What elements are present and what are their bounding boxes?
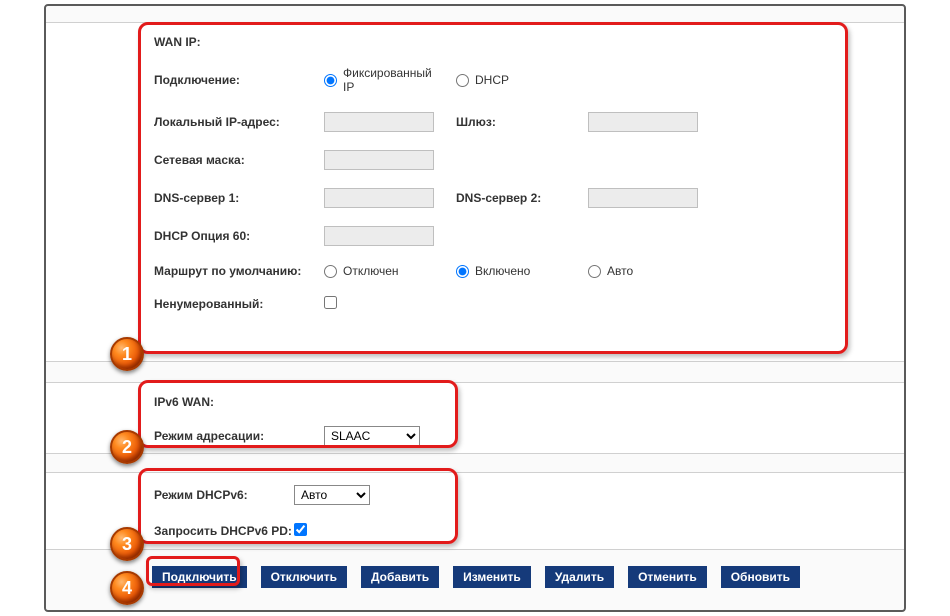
gateway-label: Шлюз: [456, 115, 574, 129]
disconnect-button[interactable]: Отключить [261, 566, 347, 588]
local-ip-input[interactable] [324, 112, 434, 132]
route-on-text: Включено [475, 264, 530, 278]
button-row: Подключить Отключить Добавить Изменить У… [152, 566, 904, 588]
netmask-label: Сетевая маска: [154, 153, 324, 167]
wan-ip-title: WAN IP: [46, 23, 904, 57]
route-auto-option[interactable]: Авто [588, 264, 706, 278]
connection-row: Подключение: Фиксированный IP DHCP [46, 57, 904, 103]
dhcpv6-mode-select[interactable]: Авто [294, 485, 370, 505]
route-on-radio[interactable] [456, 265, 469, 278]
unnumbered-label: Ненумерованный: [154, 297, 324, 311]
unnumbered-row: Ненумерованный: [46, 287, 904, 321]
connection-label: Подключение: [154, 73, 324, 87]
route-off-option[interactable]: Отключен [324, 264, 442, 278]
connection-fixed-radio[interactable] [324, 74, 337, 87]
dhcpv6-mode-row: Режим DHCPv6: Авто [46, 473, 904, 514]
local-ip-row: Локальный IP-адрес: Шлюз: [46, 103, 904, 141]
ipv6-wan-panel: IPv6 WAN: Режим адресации: SLAAC [46, 382, 904, 454]
delete-button[interactable]: Удалить [545, 566, 614, 588]
ipv6-wan-title: IPv6 WAN: [46, 383, 904, 417]
dhcp60-row: DHCP Опция 60: [46, 217, 904, 255]
addr-mode-row: Режим адресации: SLAAC [46, 417, 904, 455]
unnumbered-checkbox[interactable] [324, 296, 337, 309]
dhcpv6-panel: Режим DHCPv6: Авто Запросить DHCPv6 PD: [46, 472, 904, 550]
connection-dhcp-radio[interactable] [456, 74, 469, 87]
connection-fixed-option[interactable]: Фиксированный IP [324, 66, 442, 94]
dns2-label: DNS-сервер 2: [456, 191, 574, 205]
local-ip-label: Локальный IP-адрес: [154, 115, 324, 129]
dhcp60-input[interactable] [324, 226, 434, 246]
addr-mode-select[interactable]: SLAAC [324, 426, 420, 446]
gateway-input[interactable] [588, 112, 698, 132]
route-row: Маршрут по умолчанию: Отключен Включено … [46, 255, 904, 287]
dhcpv6-mode-label: Режим DHCPv6: [154, 488, 294, 502]
dhcpv6-pd-label: Запросить DHCPv6 PD: [154, 524, 294, 538]
route-auto-text: Авто [607, 264, 633, 278]
route-auto-radio[interactable] [588, 265, 601, 278]
addr-mode-label: Режим адресации: [154, 429, 324, 443]
dhcpv6-pd-checkbox[interactable] [294, 523, 307, 536]
netmask-input[interactable] [324, 150, 434, 170]
connection-fixed-text: Фиксированный IP [343, 66, 442, 94]
connection-dhcp-option[interactable]: DHCP [456, 73, 574, 87]
route-off-radio[interactable] [324, 265, 337, 278]
refresh-button[interactable]: Обновить [721, 566, 800, 588]
config-frame: WAN IP: Подключение: Фиксированный IP DH… [44, 4, 906, 612]
dns1-label: DNS-сервер 1: [154, 191, 324, 205]
dhcpv6-pd-row: Запросить DHCPv6 PD: [46, 514, 904, 548]
edit-button[interactable]: Изменить [453, 566, 531, 588]
cancel-button[interactable]: Отменить [628, 566, 707, 588]
dns1-input[interactable] [324, 188, 434, 208]
netmask-row: Сетевая маска: [46, 141, 904, 179]
add-button[interactable]: Добавить [361, 566, 439, 588]
route-on-option[interactable]: Включено [456, 264, 574, 278]
dhcp60-label: DHCP Опция 60: [154, 229, 324, 243]
route-label: Маршрут по умолчанию: [154, 264, 324, 278]
dns-row: DNS-сервер 1: DNS-сервер 2: [46, 179, 904, 217]
wan-ip-panel: WAN IP: Подключение: Фиксированный IP DH… [46, 22, 904, 362]
connect-button[interactable]: Подключить [152, 566, 247, 588]
dns2-input[interactable] [588, 188, 698, 208]
route-off-text: Отключен [343, 264, 399, 278]
connection-dhcp-text: DHCP [475, 73, 509, 87]
